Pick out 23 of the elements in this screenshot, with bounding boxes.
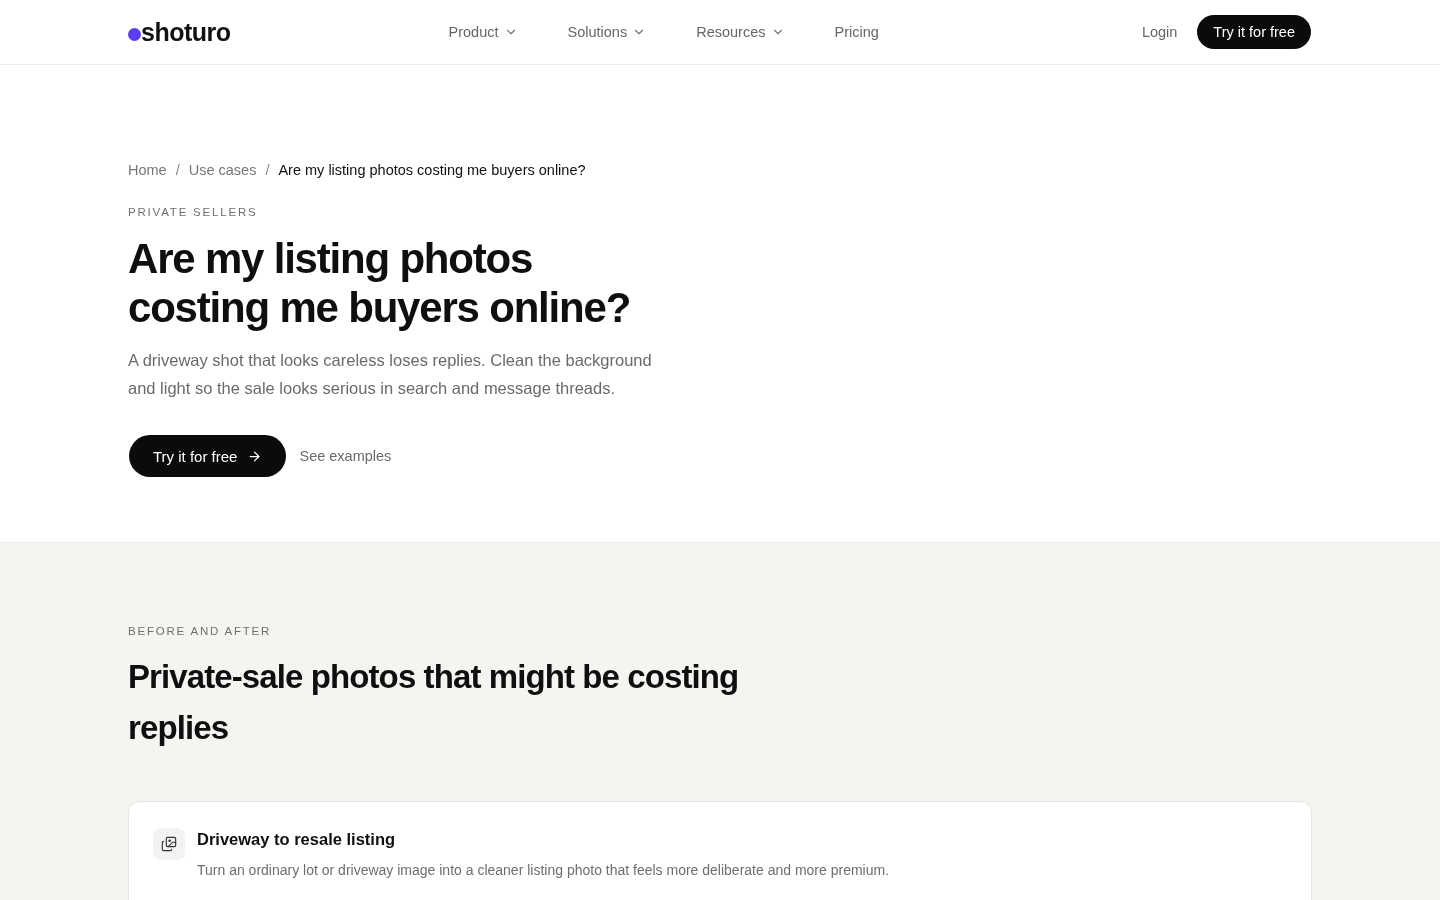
card-title: Driveway to resale listing xyxy=(197,829,397,850)
eyebrow-label: PRIVATE SELLERS xyxy=(128,206,258,218)
hero-description: A driveway shot that looks careless loses replies. Clean the background and light so the sale looks serious in search and message threads. xyxy=(128,350,653,399)
card-description: Turn an ordinary lot or driveway image into a cleaner listing photo that feels more deliberate and more premium. xyxy=(197,861,890,880)
eyebrow-label: BEFORE AND AFTER xyxy=(128,625,272,637)
section-heading: Private-sale photos that might be costing replies xyxy=(128,657,740,748)
login-link[interactable]: Login xyxy=(1141,24,1178,40)
images-icon xyxy=(153,828,185,860)
breadcrumb-link[interactable]: Use cases xyxy=(188,162,257,178)
nav-menu-item[interactable]: Resources xyxy=(696,24,785,40)
try-free-button[interactable]: Try it for free xyxy=(129,435,287,477)
breadcrumb-separator: / xyxy=(265,162,270,178)
hero-heading: Are my listing photos costing me buyers online? xyxy=(128,234,632,332)
breadcrumb-separator: / xyxy=(175,162,180,178)
breadcrumb-current-page[interactable]: Are my listing photos costing me buyers online? xyxy=(278,162,586,178)
nav-link[interactable]: Pricing xyxy=(834,24,879,40)
logo-dot-icon xyxy=(128,27,141,41)
breadcrumb-link[interactable]: Home xyxy=(128,162,167,178)
logo[interactable]: shoturo xyxy=(128,17,231,47)
nav-menu-item[interactable]: Solutions xyxy=(567,24,647,40)
nav-menu-item[interactable]: Product xyxy=(448,24,518,40)
try-free-button[interactable]: Try it for free xyxy=(1197,15,1311,49)
see-examples-link[interactable]: See examples xyxy=(299,448,392,464)
